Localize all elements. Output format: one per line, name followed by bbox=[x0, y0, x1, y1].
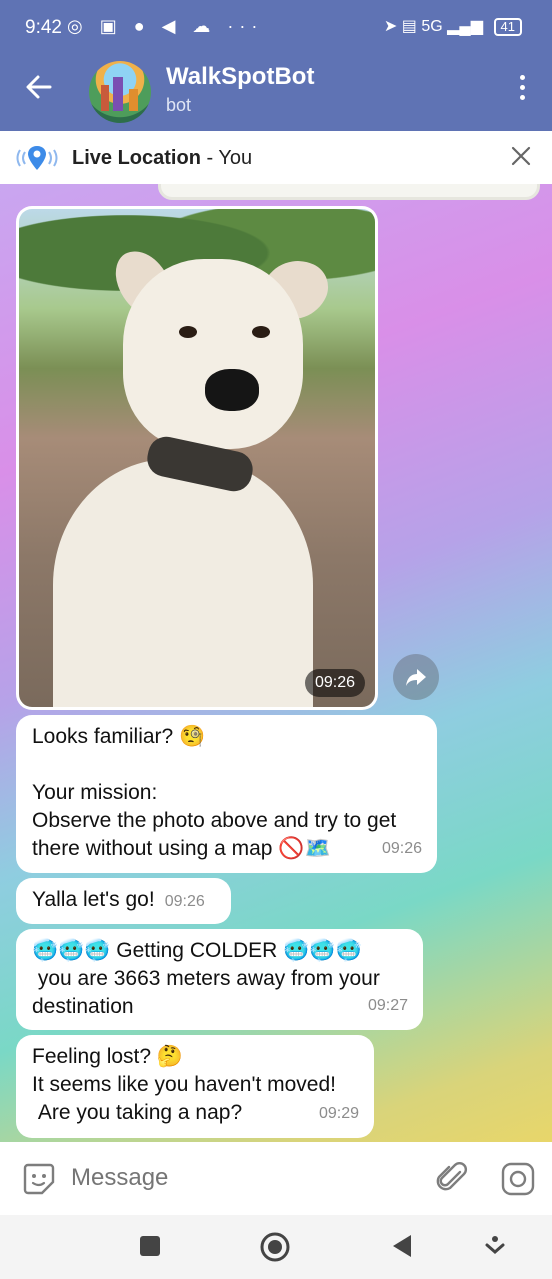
chat-messages[interactable]: 09:26 Looks familiar? 🧐 Your mission: Ob… bbox=[0, 184, 552, 1142]
share-button[interactable] bbox=[393, 654, 439, 700]
message-text: Looks familiar? 🧐 Your mission: Observe … bbox=[32, 725, 397, 860]
dog-photo[interactable]: 09:26 bbox=[19, 209, 375, 707]
recent-apps-icon[interactable] bbox=[139, 1235, 161, 1257]
camera-icon[interactable] bbox=[500, 1161, 536, 1197]
status-time: 9:42 bbox=[25, 17, 62, 38]
message-text: Yalla let's go! bbox=[32, 888, 155, 911]
status-system-icons: ➤ ▤ 5G ▂▄▆ 41 bbox=[384, 16, 522, 36]
message-bubble[interactable]: Feeling lost? 🤔 It seems like you haven'… bbox=[16, 1035, 374, 1138]
message-bubble[interactable]: Yalla let's go! 09:26 bbox=[16, 878, 231, 924]
previous-message-edge bbox=[158, 184, 540, 200]
message-input[interactable] bbox=[71, 1164, 411, 1192]
close-icon[interactable] bbox=[510, 145, 532, 167]
message-bubble[interactable]: Looks familiar? 🧐 Your mission: Observe … bbox=[16, 715, 437, 873]
share-arrow-icon bbox=[406, 669, 426, 686]
status-bar: 9:42 ◎ ▣ ● ◀ ☁ ··· ➤ ▤ 5G ▂▄▆ 41 bbox=[0, 0, 552, 55]
message-time: 09:29 bbox=[318, 1105, 359, 1122]
message-text: Feeling lost? 🤔 It seems like you haven'… bbox=[32, 1045, 336, 1124]
message-time: 09:27 bbox=[367, 997, 408, 1014]
live-location-separator: - bbox=[200, 147, 219, 169]
home-icon[interactable] bbox=[259, 1231, 291, 1263]
chat-title[interactable]: WalkSpotBot bbox=[166, 63, 314, 91]
attach-icon[interactable] bbox=[436, 1160, 468, 1196]
hide-keyboard-icon[interactable] bbox=[484, 1235, 506, 1257]
live-location-bar[interactable]: Live Location - You bbox=[0, 131, 552, 185]
message-time: 09:26 bbox=[304, 669, 365, 697]
chat-header: WalkSpotBot bot bbox=[0, 55, 552, 131]
more-menu-icon[interactable] bbox=[516, 75, 528, 105]
message-input-bar bbox=[0, 1142, 552, 1215]
signal-icons: ➤ ▤ 5G ▂▄▆ bbox=[383, 18, 484, 35]
back-nav-icon[interactable] bbox=[391, 1233, 413, 1259]
bot-avatar[interactable] bbox=[89, 61, 151, 123]
back-arrow-icon[interactable] bbox=[24, 72, 54, 102]
sticker-icon[interactable] bbox=[22, 1162, 56, 1196]
message-bubble[interactable]: 🥶🥶🥶 Getting COLDER 🥶🥶🥶 you are 3663 mete… bbox=[16, 929, 423, 1030]
chat-subtitle: bot bbox=[166, 95, 192, 115]
system-navigation-bar bbox=[0, 1215, 552, 1279]
message-time: 09:26 bbox=[164, 893, 205, 910]
status-notification-icons: ◎ ▣ ● ◀ ☁ ··· bbox=[67, 16, 264, 36]
live-location-text: Live Location - You bbox=[72, 147, 252, 170]
battery-icon: 41 bbox=[493, 18, 522, 36]
message-time: 09:26 bbox=[381, 840, 422, 857]
photo-message[interactable]: 09:26 bbox=[16, 206, 378, 710]
live-location-label: Live Location bbox=[72, 147, 201, 169]
live-location-icon bbox=[16, 146, 58, 170]
message-text: 🥶🥶🥶 Getting COLDER 🥶🥶🥶 you are 3663 mete… bbox=[32, 939, 380, 1018]
live-location-who: You bbox=[218, 147, 253, 169]
